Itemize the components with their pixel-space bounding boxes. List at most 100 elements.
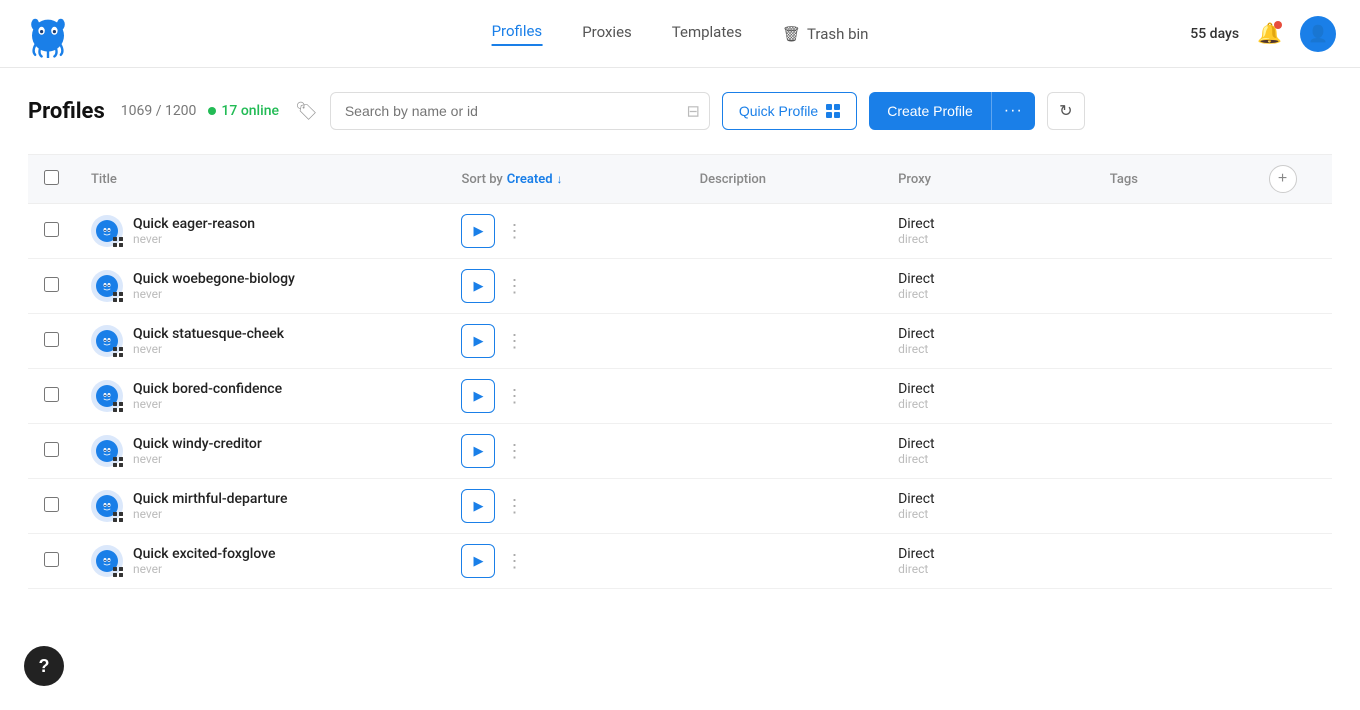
proxy-main: Direct <box>898 546 1078 562</box>
profile-info: Quick eager-reason never <box>133 216 255 246</box>
proxy-sub: direct <box>898 232 1078 246</box>
row-checkbox-2[interactable] <box>44 277 59 292</box>
online-dot <box>208 107 216 115</box>
row-description-cell <box>684 479 882 534</box>
create-profile-more-button[interactable]: ··· <box>992 92 1035 130</box>
more-options-button[interactable]: ⋮ <box>501 496 528 517</box>
filter-icon[interactable]: ⊟ <box>686 102 699 121</box>
col-header-tags: Tags <box>1094 155 1253 204</box>
row-checkbox-5[interactable] <box>44 442 59 457</box>
create-profile-label: Create Profile <box>869 92 992 130</box>
more-options-button[interactable]: ⋮ <box>501 221 528 242</box>
notifications-button[interactable]: 🔔 <box>1257 21 1282 46</box>
user-avatar-button[interactable]: 👤 <box>1300 16 1336 52</box>
row-description-cell <box>684 369 882 424</box>
row-tags-cell <box>1094 369 1253 424</box>
top-bar: Profiles 1069 / 1200 17 online 🏷 ⊟ Quick… <box>28 92 1332 130</box>
profile-info: Quick excited-foxglove never <box>133 546 276 576</box>
row-tags-cell <box>1094 479 1253 534</box>
proxy-main: Direct <box>898 381 1078 397</box>
row-checkbox-3[interactable] <box>44 332 59 347</box>
profile-avatar <box>91 435 123 467</box>
play-button[interactable]: ▶ <box>461 269 495 303</box>
row-checkbox-7[interactable] <box>44 552 59 567</box>
play-button[interactable]: ▶ <box>461 324 495 358</box>
play-button[interactable]: ▶ <box>461 544 495 578</box>
play-button[interactable]: ▶ <box>461 489 495 523</box>
profile-name: Quick eager-reason <box>133 216 255 232</box>
row-checkbox-4[interactable] <box>44 387 59 402</box>
col-header-description: Description <box>684 155 882 204</box>
col-header-title: Title <box>75 155 445 204</box>
row-title-cell: Quick windy-creditor never <box>75 424 445 479</box>
row-proxy-cell: Direct direct <box>882 259 1094 314</box>
more-options-button[interactable]: ⋮ <box>501 386 528 407</box>
row-extra-cell <box>1253 204 1332 259</box>
refresh-icon: ↻ <box>1059 101 1072 121</box>
play-button[interactable]: ▶ <box>461 214 495 248</box>
sort-arrow-icon: ↓ <box>557 172 563 186</box>
help-button[interactable]: ? <box>24 646 64 686</box>
row-description-cell <box>684 204 882 259</box>
profile-name: Quick statuesque-cheek <box>133 326 284 342</box>
tag-button[interactable]: 🏷 <box>295 101 318 122</box>
days-badge: 55 days <box>1190 26 1239 42</box>
row-actions-cell: ▶ ⋮ <box>445 534 683 589</box>
add-column-button[interactable]: + <box>1269 165 1297 193</box>
proxy-sub: direct <box>898 342 1078 356</box>
nav-trash[interactable]: 🗑 Trash bin <box>782 25 868 43</box>
proxy-sub: direct <box>898 397 1078 411</box>
row-extra-cell <box>1253 259 1332 314</box>
select-all-checkbox[interactable] <box>44 170 59 185</box>
row-title-cell: Quick woebegone-biology never <box>75 259 445 314</box>
more-options-button[interactable]: ⋮ <box>501 331 528 352</box>
nav-profiles[interactable]: Profiles <box>492 22 543 46</box>
row-proxy-cell: Direct direct <box>882 479 1094 534</box>
more-options-button[interactable]: ⋮ <box>501 551 528 572</box>
proxy-main: Direct <box>898 436 1078 452</box>
profile-info: Quick statuesque-cheek never <box>133 326 284 356</box>
row-proxy-cell: Direct direct <box>882 204 1094 259</box>
play-button[interactable]: ▶ <box>461 434 495 468</box>
row-checkbox-6[interactable] <box>44 497 59 512</box>
search-input[interactable] <box>330 92 710 130</box>
logo[interactable] <box>24 10 72 58</box>
quick-profile-button[interactable]: Quick Profile <box>722 92 857 130</box>
proxy-main: Direct <box>898 271 1078 287</box>
page-content: Profiles 1069 / 1200 17 online 🏷 ⊟ Quick… <box>0 68 1360 613</box>
row-checkbox-cell <box>28 259 75 314</box>
row-description-cell <box>684 534 882 589</box>
navbar-right: 55 days 🔔 👤 <box>1190 16 1336 52</box>
profile-time: never <box>133 452 262 466</box>
proxy-sub: direct <box>898 287 1078 301</box>
row-proxy-cell: Direct direct <box>882 424 1094 479</box>
search-wrapper: ⊟ <box>330 92 710 130</box>
row-title-cell: Quick bored-confidence never <box>75 369 445 424</box>
proxy-main: Direct <box>898 326 1078 342</box>
table-row: Quick excited-foxglove never ▶ ⋮ Direct … <box>28 534 1332 589</box>
row-actions-cell: ▶ ⋮ <box>445 204 683 259</box>
profile-name: Quick windy-creditor <box>133 436 262 452</box>
more-options-button[interactable]: ⋮ <box>501 276 528 297</box>
profile-avatar <box>91 380 123 412</box>
row-checkbox-cell <box>28 314 75 369</box>
profile-time: never <box>133 507 288 521</box>
more-options-button[interactable]: ⋮ <box>501 441 528 462</box>
col-header-sortby[interactable]: Sort by Created ↓ <box>445 155 683 204</box>
browser-icon <box>113 292 123 302</box>
row-checkbox-1[interactable] <box>44 222 59 237</box>
proxy-main: Direct <box>898 216 1078 232</box>
table-row: Quick eager-reason never ▶ ⋮ Direct dire… <box>28 204 1332 259</box>
browser-icon <box>113 457 123 467</box>
create-profile-button[interactable]: Create Profile ··· <box>869 92 1035 130</box>
browser-icon <box>113 237 123 247</box>
nav-templates[interactable]: Templates <box>672 23 742 45</box>
refresh-button[interactable]: ↻ <box>1047 92 1085 130</box>
profile-avatar <box>91 270 123 302</box>
grid-icon <box>826 104 840 118</box>
profile-info: Quick mirthful-departure never <box>133 491 288 521</box>
play-button[interactable]: ▶ <box>461 379 495 413</box>
help-icon: ? <box>39 656 50 677</box>
nav-proxies[interactable]: Proxies <box>582 23 632 45</box>
profile-time: never <box>133 232 255 246</box>
